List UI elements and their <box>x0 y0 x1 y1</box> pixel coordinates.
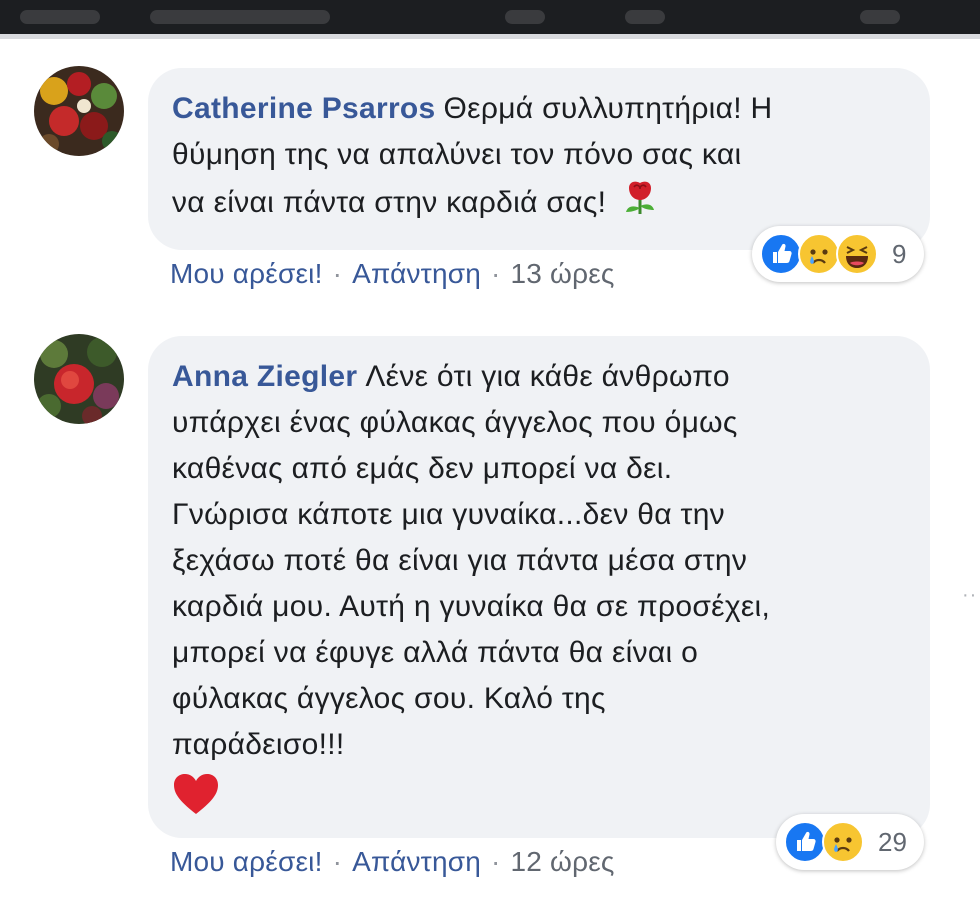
reactions-summary[interactable]: 29 <box>776 814 924 870</box>
haha-icon <box>836 233 878 275</box>
top-navigation-bar <box>0 0 980 34</box>
nav-icon-blurred <box>625 10 665 24</box>
avatar[interactable] <box>34 334 124 424</box>
divider <box>0 34 980 39</box>
like-link[interactable]: Μου αρέσει! <box>170 258 323 289</box>
timestamp[interactable]: 13 ώρες <box>511 258 615 289</box>
comment-text-line: υπάρχει ένας φύλακας άγγελος που όμως <box>172 406 738 439</box>
reaction-count: 29 <box>878 826 907 857</box>
comment-text-line: ξεχάσω ποτέ θα είναι για πάντα μέσα στην <box>172 544 748 577</box>
comment-author-link[interactable]: Anna Ziegler <box>172 360 357 393</box>
reactions-summary[interactable]: 9 <box>752 226 924 282</box>
comment-text-line: Θερμά συλλυπητήρια! Η <box>443 92 773 125</box>
reply-link[interactable]: Απάντηση <box>352 846 481 877</box>
reply-link[interactable]: Απάντηση <box>352 258 481 289</box>
nav-item-blurred <box>20 10 100 24</box>
separator: · <box>332 258 343 289</box>
nav-icon-blurred <box>505 10 545 24</box>
sad-icon <box>798 233 840 275</box>
separator: · <box>490 846 501 877</box>
comment-bubble: Anna Ziegler Λένε ότι για κάθε άνθρωπο υπ… <box>148 336 930 838</box>
comment-text-line: καρδιά μου. Αυτή η γυναίκα θα σε προσέχε… <box>172 590 771 623</box>
comment-text-line: θύμηση της να απαλύνει τον πόνο σας και <box>172 138 742 171</box>
avatar[interactable] <box>34 66 124 156</box>
comment-actions: Μου αρέσει! · Απάντηση · 13 ώρες <box>170 258 615 290</box>
sad-icon <box>822 821 864 863</box>
comment-actions: Μου αρέσει! · Απάντηση · 12 ώρες <box>170 846 615 878</box>
heart-icon <box>172 772 220 830</box>
like-icon <box>784 821 826 863</box>
reaction-count: 9 <box>892 238 907 269</box>
comment-bubble: Catherine Psarros Θερμά συλλυπητήρια! Η θ… <box>148 68 930 250</box>
comment-text-line: καθένας από εμάς δεν μπορεί να δει. <box>172 452 673 485</box>
separator: · <box>490 258 501 289</box>
timestamp[interactable]: 12 ώρες <box>511 846 615 877</box>
separator: · <box>332 846 343 877</box>
comment-text-line: φύλακας άγγελος σου. Καλό της <box>172 682 606 715</box>
nav-icon-blurred <box>860 10 900 24</box>
comment-text-line: Γνώρισα κάποτε μια γυναίκα...δεν θα την <box>172 498 725 531</box>
comment-text-line: μπορεί να έφυγε αλλά πάντα θα είναι ο <box>172 636 699 669</box>
more-options-icon[interactable]: ·· <box>962 584 977 607</box>
like-link[interactable]: Μου αρέσει! <box>170 846 323 877</box>
comment-text-line: να είναι πάντα στην καρδιά σας! <box>172 185 607 219</box>
nav-item-blurred <box>150 10 330 24</box>
comment-text-line: Λένε ότι για κάθε άνθρωπο <box>365 360 730 393</box>
comment-text-line: παράδεισο!!! <box>172 728 345 761</box>
comment-author-link[interactable]: Catherine Psarros <box>172 92 436 125</box>
like-icon <box>760 233 802 275</box>
rose-icon <box>621 178 659 230</box>
